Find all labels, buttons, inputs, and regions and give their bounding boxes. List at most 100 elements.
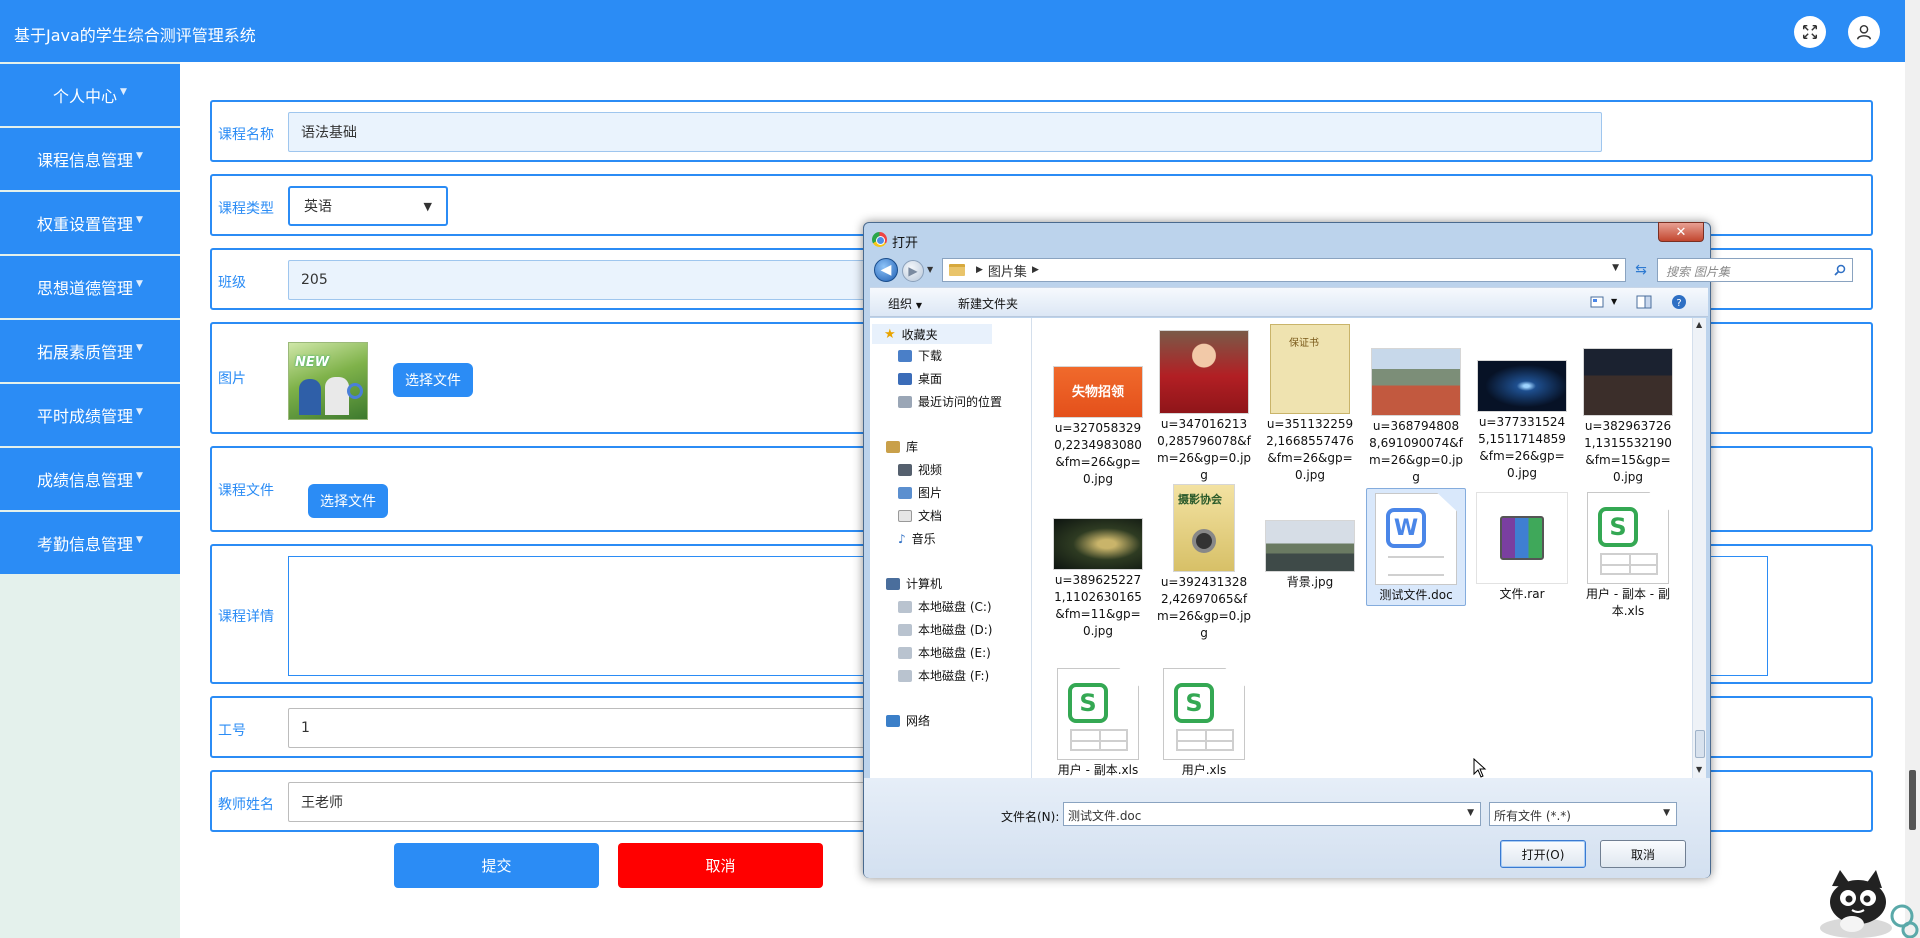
help-icon[interactable]: ? xyxy=(1670,294,1688,310)
file-item[interactable]: 文件.rar xyxy=(1472,492,1572,603)
row-course-name: 课程名称 语法基础 xyxy=(210,100,1873,162)
course-type-select[interactable]: 英语 ▼ xyxy=(288,186,448,226)
sidebar-item-course-info[interactable]: 课程信息管理 ▼ xyxy=(0,128,180,190)
expand-icon xyxy=(1802,24,1818,40)
caret-down-icon: ▼ xyxy=(136,343,143,353)
forward-button[interactable]: ▶ xyxy=(902,260,924,282)
back-button[interactable]: ◀ xyxy=(874,258,898,282)
caret-down-icon: ▼ xyxy=(136,215,143,225)
caret-down-icon: ▼ xyxy=(136,471,143,481)
network-icon xyxy=(886,714,900,727)
dialog-close-button[interactable]: ✕ xyxy=(1658,222,1704,242)
preview-pane-icon[interactable] xyxy=(1635,294,1653,310)
chevron-down-icon[interactable]: ▼ xyxy=(1611,297,1617,306)
submit-button[interactable]: 提交 xyxy=(394,843,599,888)
nav-recent[interactable]: 最近访问的位置 xyxy=(898,393,1002,410)
organize-menu[interactable]: 组织 ▼ xyxy=(888,295,922,312)
refresh-button[interactable]: ⇆ xyxy=(1629,258,1653,282)
caret-down-icon: ▼ xyxy=(136,407,143,417)
refresh-icon: ⇆ xyxy=(1635,262,1647,278)
course-image-thumbnail: NEW xyxy=(288,342,368,420)
file-item[interactable]: 失物招领 u=3270583290,2234983080&fm=26&gp=0.… xyxy=(1048,348,1148,488)
choose-course-file-button[interactable]: 选择文件 xyxy=(308,484,388,518)
file-item[interactable]: u=3773315245,1511714859&fm=26&gp=0.jpg xyxy=(1472,360,1572,482)
file-item[interactable]: 背景.jpg xyxy=(1260,520,1360,591)
chrome-icon xyxy=(872,232,887,247)
nav-documents[interactable]: 文档 xyxy=(898,507,942,524)
nav-disk-d[interactable]: 本地磁盘 (D:) xyxy=(898,621,992,638)
download-folder-icon xyxy=(898,349,912,362)
page-scrollbar[interactable] xyxy=(1905,0,1920,938)
search-box[interactable]: 搜索 图片集 xyxy=(1657,258,1853,282)
sidebar-item-attendance[interactable]: 考勤信息管理 ▼ xyxy=(0,512,180,574)
nav-downloads[interactable]: 下载 xyxy=(898,347,942,364)
new-folder-button[interactable]: 新建文件夹 xyxy=(958,295,1018,312)
sidebar-item-extended-quality[interactable]: 拓展素质管理 ▼ xyxy=(0,320,180,382)
file-item[interactable]: S 用户 - 副本.xls xyxy=(1048,668,1148,778)
file-item[interactable]: 摄影协会 u=3924313282,42697065&fm=26&gp=0.jp… xyxy=(1154,484,1254,642)
image-thumbnail xyxy=(1477,360,1567,412)
breadcrumb-item[interactable]: 图片集 xyxy=(988,261,1027,280)
dialog-toolbar: 组织 ▼ 新建文件夹 ▼ ? xyxy=(870,287,1708,317)
course-name-input[interactable]: 语法基础 xyxy=(288,112,1602,152)
nav-favorites[interactable]: ★ 收藏夹 xyxy=(872,324,992,344)
file-item[interactable]: u=3829637261,1315532190&fm=15&gp=0.jpg xyxy=(1578,348,1678,486)
cancel-button[interactable]: 取消 xyxy=(618,843,823,888)
scroll-up-icon[interactable]: ▲ xyxy=(1696,320,1702,329)
app-title: 基于Java的学生综合测评管理系统 xyxy=(14,26,256,45)
view-options-icon[interactable] xyxy=(1589,294,1607,310)
search-icon xyxy=(1834,264,1846,276)
image-thumbnail xyxy=(1159,330,1249,414)
file-item[interactable]: u=3687948088,691090074&fm=26&gp=0.jpg xyxy=(1366,348,1466,486)
page-scrollbar-thumb[interactable] xyxy=(1909,770,1916,830)
nav-libraries[interactable]: 库 xyxy=(886,438,918,455)
scroll-down-icon[interactable]: ▼ xyxy=(1696,765,1702,774)
nav-music[interactable]: ♪ 音乐 xyxy=(898,530,936,547)
filename-input[interactable]: 测试文件.doc ▼ xyxy=(1063,802,1481,826)
sidebar-item-grade-info[interactable]: 成绩信息管理 ▼ xyxy=(0,448,180,510)
search-input[interactable]: 搜索 图片集 xyxy=(1666,263,1730,280)
recent-locations-dropdown[interactable]: ▼ xyxy=(927,265,933,274)
app-header: 基于Java的学生综合测评管理系统 xyxy=(0,0,1905,62)
caret-down-icon: ▼ xyxy=(136,279,143,289)
arrow-right-icon: ▶ xyxy=(908,264,918,278)
open-button[interactable]: 打开(O) xyxy=(1500,840,1586,868)
user-avatar-button[interactable] xyxy=(1848,16,1880,48)
user-icon xyxy=(1856,24,1872,40)
sidebar-item-moral[interactable]: 思想道德管理 ▼ xyxy=(0,256,180,318)
nav-computer[interactable]: 计算机 xyxy=(886,575,942,592)
nav-desktop[interactable]: 桌面 xyxy=(898,370,942,387)
chevron-down-icon[interactable]: ▼ xyxy=(1612,263,1619,273)
file-list-scrollbar-thumb[interactable] xyxy=(1695,730,1705,758)
sidebar: 个人中心 ▼ 课程信息管理 ▼ 权重设置管理 ▼ 思想道德管理 ▼ 拓展素质管理 ▼ 平时… xyxy=(0,62,180,938)
nav-network[interactable]: 网络 xyxy=(886,712,930,729)
file-item[interactable]: S 用户 - 副本 - 副本.xls xyxy=(1578,492,1678,620)
filename-label: 文件名(N): xyxy=(1001,810,1060,824)
nav-disk-e[interactable]: 本地磁盘 (E:) xyxy=(898,644,991,661)
sidebar-item-regular-grades[interactable]: 平时成绩管理 ▼ xyxy=(0,384,180,446)
sidebar-item-personal-center[interactable]: 个人中心 ▼ xyxy=(0,64,180,126)
nav-disk-c[interactable]: 本地磁盘 (C:) xyxy=(898,598,992,615)
file-item[interactable]: u=3896252271,1102630165&fm=11&gp=0.jpg xyxy=(1048,518,1148,640)
file-item[interactable]: S 用户.xls xyxy=(1154,668,1254,778)
file-item[interactable]: u=3470162130,285796078&fm=26&gp=0.jpg xyxy=(1154,330,1254,484)
address-bar[interactable]: ▶ 图片集 ▶ ▼ xyxy=(942,258,1626,282)
file-type-select[interactable]: 所有文件 (*.*) ▼ xyxy=(1489,802,1677,826)
nav-videos[interactable]: 视频 xyxy=(898,461,942,478)
choose-image-button[interactable]: 选择文件 xyxy=(393,363,473,397)
disk-icon xyxy=(898,623,912,636)
fullscreen-button[interactable] xyxy=(1794,16,1826,48)
nav-disk-f[interactable]: 本地磁盘 (F:) xyxy=(898,667,989,684)
sidebar-item-weight-settings[interactable]: 权重设置管理 ▼ xyxy=(0,192,180,254)
folder-icon xyxy=(949,264,965,276)
file-list-scrollbar[interactable]: ▲ ▼ xyxy=(1692,318,1706,778)
file-item-selected[interactable]: W 测试文件.doc xyxy=(1366,488,1466,606)
chevron-down-icon[interactable]: ▼ xyxy=(1467,808,1474,818)
music-icon: ♪ xyxy=(898,531,906,546)
dialog-cancel-button[interactable]: 取消 xyxy=(1600,840,1686,868)
label-class: 班级 xyxy=(218,275,246,291)
nav-pictures[interactable]: 图片 xyxy=(898,484,942,501)
image-thumbnail xyxy=(1583,348,1673,416)
file-item[interactable]: 保证书 u=3511322592,1668557476&fm=26&gp=0.j… xyxy=(1260,324,1360,484)
star-icon: ★ xyxy=(884,326,896,342)
